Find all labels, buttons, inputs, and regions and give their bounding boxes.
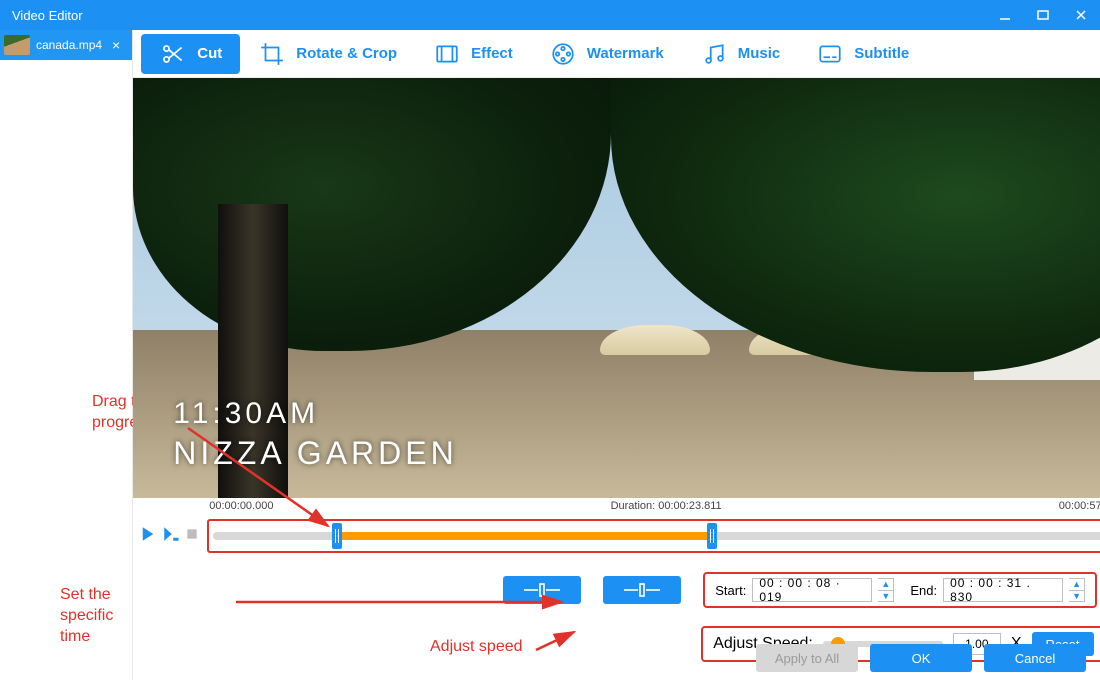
stop-button[interactable]: [185, 527, 199, 546]
timeline[interactable]: 00:00:00.000 Duration: 00:00:23.811 00:0…: [207, 519, 1100, 553]
tab-cut-label: Cut: [197, 45, 222, 62]
tab-rotate-crop[interactable]: Rotate & Crop: [240, 34, 415, 74]
tab-subtitle[interactable]: Subtitle: [798, 34, 927, 74]
play-next-button[interactable]: [161, 525, 181, 548]
music-icon: [700, 40, 728, 68]
title-bar: Video Editor: [0, 0, 1100, 30]
tab-subtitle-label: Subtitle: [854, 45, 909, 62]
film-icon: [433, 40, 461, 68]
video-preview: 11:30AM NIZZA GARDEN: [133, 78, 1100, 498]
timeline-start-handle[interactable]: [332, 523, 342, 549]
toolbar-tabs: Cut Rotate & Crop Effect Watermark Music: [133, 30, 1100, 78]
file-name: canada.mp4: [36, 38, 102, 52]
start-spinner[interactable]: ▲▼: [878, 578, 894, 602]
tab-effect-label: Effect: [471, 45, 513, 62]
crop-icon: [258, 40, 286, 68]
annotation-set-time: Set the specific time: [60, 585, 132, 647]
maximize-button[interactable]: [1024, 0, 1062, 30]
split-left-button[interactable]: [503, 576, 581, 604]
tab-rotate-label: Rotate & Crop: [296, 45, 397, 62]
tab-music-label: Music: [738, 45, 781, 62]
end-time-input[interactable]: 00 : 00 : 31 . 830: [943, 578, 1063, 602]
timeline-end-handle[interactable]: [707, 523, 717, 549]
tab-watermark[interactable]: Watermark: [531, 34, 682, 74]
timeline-duration-label: Duration: 00:00:23.811: [611, 500, 722, 512]
overlay-line1: 11:30AM: [173, 397, 457, 431]
start-label: Start:: [715, 583, 746, 598]
play-button[interactable]: [139, 525, 157, 548]
apply-to-all-button[interactable]: Apply to All: [756, 644, 858, 672]
start-time-input[interactable]: 00 : 00 : 08 · 019: [752, 578, 872, 602]
ok-button[interactable]: OK: [870, 644, 972, 672]
timeline-end-label: 00:00:57.376: [1059, 500, 1100, 512]
end-label: End:: [910, 583, 937, 598]
timeline-start-label: 00:00:00.000: [209, 500, 273, 512]
split-right-button[interactable]: [603, 576, 681, 604]
reel-icon: [549, 40, 577, 68]
minimize-button[interactable]: [986, 0, 1024, 30]
file-tab[interactable]: canada.mp4 ×: [0, 30, 132, 60]
overlay-line2: NIZZA GARDEN: [173, 435, 457, 472]
tab-effect[interactable]: Effect: [415, 34, 531, 74]
end-spinner[interactable]: ▲▼: [1069, 578, 1085, 602]
time-range-group: Start: 00 : 00 : 08 · 019 ▲▼ End: 00 : 0…: [703, 572, 1097, 608]
file-sidebar: canada.mp4 × Drag the progress bar Set t…: [0, 30, 133, 680]
close-file-icon[interactable]: ×: [108, 37, 124, 53]
tab-cut[interactable]: Cut: [141, 34, 240, 74]
scissors-icon: [159, 40, 187, 68]
window-title: Video Editor: [12, 8, 83, 23]
close-window-button[interactable]: [1062, 0, 1100, 30]
file-thumbnail: [4, 35, 30, 55]
subtitle-icon: [816, 40, 844, 68]
tab-music[interactable]: Music: [682, 34, 799, 74]
tab-watermark-label: Watermark: [587, 45, 664, 62]
video-overlay-text: 11:30AM NIZZA GARDEN: [173, 397, 457, 472]
cancel-button[interactable]: Cancel: [984, 644, 1086, 672]
